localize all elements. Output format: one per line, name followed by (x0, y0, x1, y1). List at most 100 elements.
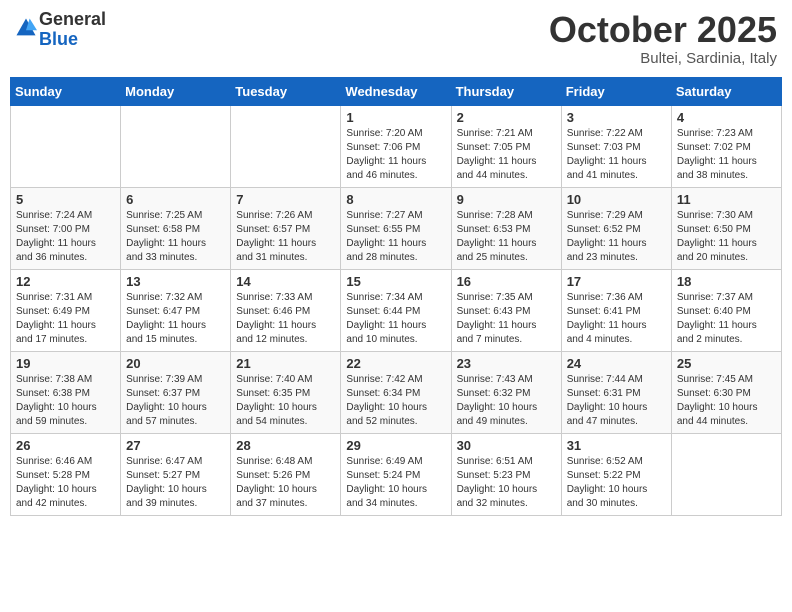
calendar-week-3: 12 Sunrise: 7:31 AM Sunset: 6:49 PM Dayli… (11, 269, 782, 351)
day-info: Sunrise: 7:30 AM Sunset: 6:50 PM Dayligh… (677, 209, 776, 265)
day-info: Sunrise: 7:21 AM Sunset: 7:05 PM Dayligh… (457, 127, 556, 183)
calendar-header-friday: Friday (561, 77, 671, 105)
logo: General Blue (15, 10, 106, 50)
day-info: Sunrise: 6:48 AM Sunset: 5:26 PM Dayligh… (236, 455, 335, 511)
day-info: Sunrise: 7:28 AM Sunset: 6:53 PM Dayligh… (457, 209, 556, 265)
day-number: 14 (236, 274, 335, 289)
day-number: 16 (457, 274, 556, 289)
calendar-cell: 7 Sunrise: 7:26 AM Sunset: 6:57 PM Daylig… (231, 187, 341, 269)
day-number: 24 (567, 356, 666, 371)
calendar-cell: 8Sunrise: 7:27 AM Sunset: 6:55 PM Daylig… (341, 187, 451, 269)
day-number: 11 (677, 192, 776, 207)
day-number: 27 (126, 438, 225, 453)
calendar-cell (121, 105, 231, 187)
calendar-header-thursday: Thursday (451, 77, 561, 105)
day-number: 30 (457, 438, 556, 453)
day-info: Sunrise: 7:22 AM Sunset: 7:03 PM Dayligh… (567, 127, 666, 183)
calendar-header-row: SundayMondayTuesdayWednesdayThursdayFrid… (11, 77, 782, 105)
calendar-cell: 16 Sunrise: 7:35 AM Sunset: 6:43 PM Dayli… (451, 269, 561, 351)
calendar-cell: 28 Sunrise: 6:48 AM Sunset: 5:26 PM Dayli… (231, 433, 341, 515)
calendar-week-1: 1Sunrise: 7:20 AM Sunset: 7:06 PM Daylig… (11, 105, 782, 187)
calendar-cell: 11 Sunrise: 7:30 AM Sunset: 6:50 PM Dayli… (671, 187, 781, 269)
logo-blue-text: Blue (39, 30, 106, 50)
calendar-cell: 17 Sunrise: 7:36 AM Sunset: 6:41 PM Dayli… (561, 269, 671, 351)
day-info: Sunrise: 6:47 AM Sunset: 5:27 PM Dayligh… (126, 455, 225, 511)
calendar-cell: 29 Sunrise: 6:49 AM Sunset: 5:24 PM Dayli… (341, 433, 451, 515)
calendar-cell: 5 Sunrise: 7:24 AM Sunset: 7:00 PM Daylig… (11, 187, 121, 269)
calendar-cell: 19Sunrise: 7:38 AM Sunset: 6:38 PM Dayli… (11, 351, 121, 433)
day-info: Sunrise: 6:51 AM Sunset: 5:23 PM Dayligh… (457, 455, 556, 511)
month-title: October 2025 (549, 10, 777, 50)
calendar-cell (11, 105, 121, 187)
calendar-week-5: 26Sunrise: 6:46 AM Sunset: 5:28 PM Dayli… (11, 433, 782, 515)
day-info: Sunrise: 7:43 AM Sunset: 6:32 PM Dayligh… (457, 373, 556, 429)
calendar-cell: 3 Sunrise: 7:22 AM Sunset: 7:03 PM Daylig… (561, 105, 671, 187)
day-info: Sunrise: 7:38 AM Sunset: 6:38 PM Dayligh… (16, 373, 115, 429)
calendar-cell: 15 Sunrise: 7:34 AM Sunset: 6:44 PM Dayli… (341, 269, 451, 351)
calendar-cell: 31Sunrise: 6:52 AM Sunset: 5:22 PM Dayli… (561, 433, 671, 515)
calendar-cell: 6 Sunrise: 7:25 AM Sunset: 6:58 PM Daylig… (121, 187, 231, 269)
day-number: 15 (346, 274, 445, 289)
day-number: 28 (236, 438, 335, 453)
calendar-header-sunday: Sunday (11, 77, 121, 105)
calendar-cell: 24Sunrise: 7:44 AM Sunset: 6:31 PM Dayli… (561, 351, 671, 433)
day-number: 12 (16, 274, 115, 289)
day-number: 10 (567, 192, 666, 207)
calendar-week-4: 19Sunrise: 7:38 AM Sunset: 6:38 PM Dayli… (11, 351, 782, 433)
logo-icon (15, 17, 37, 39)
logo-general-text: General (39, 10, 106, 30)
day-info: Sunrise: 7:29 AM Sunset: 6:52 PM Dayligh… (567, 209, 666, 265)
day-number: 4 (677, 110, 776, 125)
day-number: 1 (346, 110, 445, 125)
calendar-header-saturday: Saturday (671, 77, 781, 105)
day-number: 13 (126, 274, 225, 289)
day-number: 20 (126, 356, 225, 371)
logo-text: General Blue (39, 10, 106, 50)
calendar-header-monday: Monday (121, 77, 231, 105)
calendar-cell: 14 Sunrise: 7:33 AM Sunset: 6:46 PM Dayli… (231, 269, 341, 351)
day-info: Sunrise: 7:25 AM Sunset: 6:58 PM Dayligh… (126, 209, 225, 265)
day-info: Sunrise: 6:49 AM Sunset: 5:24 PM Dayligh… (346, 455, 445, 511)
calendar-cell: 25 Sunrise: 7:45 AM Sunset: 6:30 PM Dayli… (671, 351, 781, 433)
page-header: General Blue October 2025 Bultei, Sardin… (10, 10, 782, 67)
day-info: Sunrise: 7:36 AM Sunset: 6:41 PM Dayligh… (567, 291, 666, 347)
calendar-table: SundayMondayTuesdayWednesdayThursdayFrid… (10, 77, 782, 516)
day-info: Sunrise: 7:45 AM Sunset: 6:30 PM Dayligh… (677, 373, 776, 429)
day-info: Sunrise: 7:35 AM Sunset: 6:43 PM Dayligh… (457, 291, 556, 347)
day-number: 5 (16, 192, 115, 207)
day-info: Sunrise: 7:23 AM Sunset: 7:02 PM Dayligh… (677, 127, 776, 183)
calendar-cell: 26Sunrise: 6:46 AM Sunset: 5:28 PM Dayli… (11, 433, 121, 515)
day-info: Sunrise: 7:26 AM Sunset: 6:57 PM Dayligh… (236, 209, 335, 265)
day-number: 29 (346, 438, 445, 453)
calendar-cell: 2Sunrise: 7:21 AM Sunset: 7:05 PM Daylig… (451, 105, 561, 187)
day-number: 9 (457, 192, 556, 207)
calendar-cell: 1Sunrise: 7:20 AM Sunset: 7:06 PM Daylig… (341, 105, 451, 187)
calendar-cell: 20 Sunrise: 7:39 AM Sunset: 6:37 PM Dayli… (121, 351, 231, 433)
title-area: October 2025 Bultei, Sardinia, Italy (549, 10, 777, 67)
calendar-cell: 23 Sunrise: 7:43 AM Sunset: 6:32 PM Dayli… (451, 351, 561, 433)
calendar-cell (231, 105, 341, 187)
day-number: 6 (126, 192, 225, 207)
day-number: 23 (457, 356, 556, 371)
day-info: Sunrise: 7:27 AM Sunset: 6:55 PM Dayligh… (346, 209, 445, 265)
location-text: Bultei, Sardinia, Italy (549, 50, 777, 67)
day-info: Sunrise: 7:42 AM Sunset: 6:34 PM Dayligh… (346, 373, 445, 429)
day-info: Sunrise: 7:33 AM Sunset: 6:46 PM Dayligh… (236, 291, 335, 347)
day-info: Sunrise: 6:46 AM Sunset: 5:28 PM Dayligh… (16, 455, 115, 511)
day-number: 3 (567, 110, 666, 125)
day-number: 22 (346, 356, 445, 371)
day-number: 7 (236, 192, 335, 207)
calendar-header-tuesday: Tuesday (231, 77, 341, 105)
day-number: 25 (677, 356, 776, 371)
day-info: Sunrise: 7:34 AM Sunset: 6:44 PM Dayligh… (346, 291, 445, 347)
calendar-cell: 22 Sunrise: 7:42 AM Sunset: 6:34 PM Dayli… (341, 351, 451, 433)
day-info: Sunrise: 7:39 AM Sunset: 6:37 PM Dayligh… (126, 373, 225, 429)
calendar-cell: 21Sunrise: 7:40 AM Sunset: 6:35 PM Dayli… (231, 351, 341, 433)
calendar-cell: 4 Sunrise: 7:23 AM Sunset: 7:02 PM Daylig… (671, 105, 781, 187)
calendar-cell: 9 Sunrise: 7:28 AM Sunset: 6:53 PM Daylig… (451, 187, 561, 269)
day-info: Sunrise: 6:52 AM Sunset: 5:22 PM Dayligh… (567, 455, 666, 511)
day-number: 21 (236, 356, 335, 371)
day-info: Sunrise: 7:24 AM Sunset: 7:00 PM Dayligh… (16, 209, 115, 265)
day-info: Sunrise: 7:31 AM Sunset: 6:49 PM Dayligh… (16, 291, 115, 347)
day-number: 17 (567, 274, 666, 289)
